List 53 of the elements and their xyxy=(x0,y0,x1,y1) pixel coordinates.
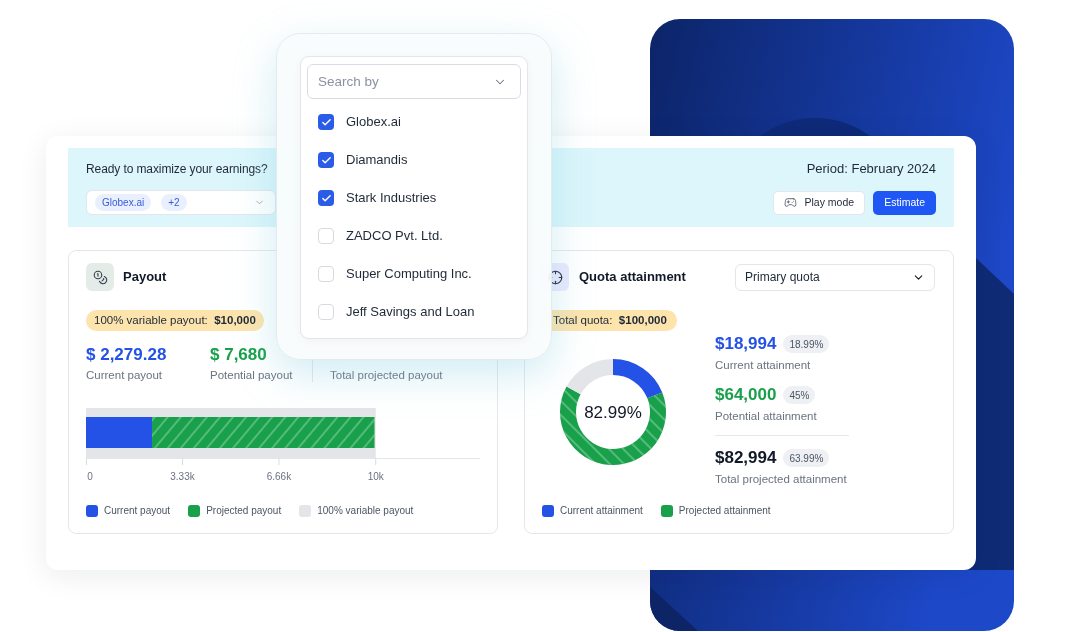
check-icon xyxy=(320,192,332,204)
percent-pill: 45% xyxy=(783,386,816,404)
checkbox[interactable] xyxy=(318,152,334,168)
gamepad-icon xyxy=(783,196,797,209)
period-label: Period: February 2024 xyxy=(806,160,936,179)
company-chip: +2 xyxy=(161,194,187,211)
percent-pill: 63.99% xyxy=(783,449,830,467)
tick-label: 6.66k xyxy=(266,471,292,482)
stat-label: Current attainment xyxy=(715,358,812,373)
check-icon xyxy=(320,116,332,128)
stat-value: $18,994 xyxy=(715,333,777,355)
tick-label: 3.33k xyxy=(170,471,195,482)
stat-label: Total projected payout xyxy=(330,368,443,382)
tick-label: 0 xyxy=(87,471,93,482)
stat-label: Potential attainment xyxy=(715,409,818,424)
quota-select[interactable]: Primary quota xyxy=(735,263,935,291)
option-label[interactable]: Jeff Savings and Loan xyxy=(346,302,475,322)
checkbox[interactable] xyxy=(318,304,334,320)
legend-label: 100% variable payout xyxy=(317,504,414,518)
check-icon xyxy=(320,154,332,166)
option-label[interactable]: Diamandis xyxy=(346,150,408,170)
card-title: Payout xyxy=(123,268,167,287)
checkbox[interactable] xyxy=(318,114,334,130)
legend-label: Current payout xyxy=(104,504,171,518)
percent-pill: 18.99% xyxy=(783,335,830,353)
stat-value: $ 7,680 xyxy=(210,345,268,365)
stat-label: Total projected attainment xyxy=(715,472,848,487)
card-title: Quota attainment xyxy=(579,268,686,287)
checkbox[interactable] xyxy=(318,190,334,206)
option-label[interactable]: Globex.ai xyxy=(346,112,401,132)
option-label[interactable]: ZADCO Pvt. Ltd. xyxy=(346,226,443,246)
variable-payout-badge: 100% variable payout: $10,000 xyxy=(86,310,264,331)
stat-value: $82,994 xyxy=(715,447,777,469)
option-label[interactable]: Stark Industries xyxy=(346,188,437,208)
checkbox[interactable] xyxy=(318,266,334,282)
stat-value: $64,000 xyxy=(715,384,777,406)
checkbox[interactable] xyxy=(318,228,334,244)
play-mode-button[interactable]: Play mode xyxy=(772,190,866,215)
legend-label: Projected attainment xyxy=(678,504,771,518)
search-field[interactable]: Search by xyxy=(307,64,521,99)
stat-value: $ 2,279.28 xyxy=(86,345,168,365)
tick-label: 10k xyxy=(367,471,384,482)
donut-center-label: 82.99% xyxy=(584,403,642,422)
header-prompt: Ready to maximize your earnings? xyxy=(86,161,268,178)
estimate-button[interactable]: Estimate xyxy=(873,190,936,215)
company-chip: Globex.ai xyxy=(95,194,152,211)
stat-label: Potential payout xyxy=(210,368,294,382)
company-multiselect[interactable]: Globex.ai +2 xyxy=(86,190,276,215)
coins-icon xyxy=(86,263,114,291)
legend-label: Current attainment xyxy=(560,504,643,518)
stat-label: Current payout xyxy=(86,368,164,382)
legend-label: Projected payout xyxy=(206,504,282,518)
option-label[interactable]: Super Computing Inc. xyxy=(346,264,472,284)
